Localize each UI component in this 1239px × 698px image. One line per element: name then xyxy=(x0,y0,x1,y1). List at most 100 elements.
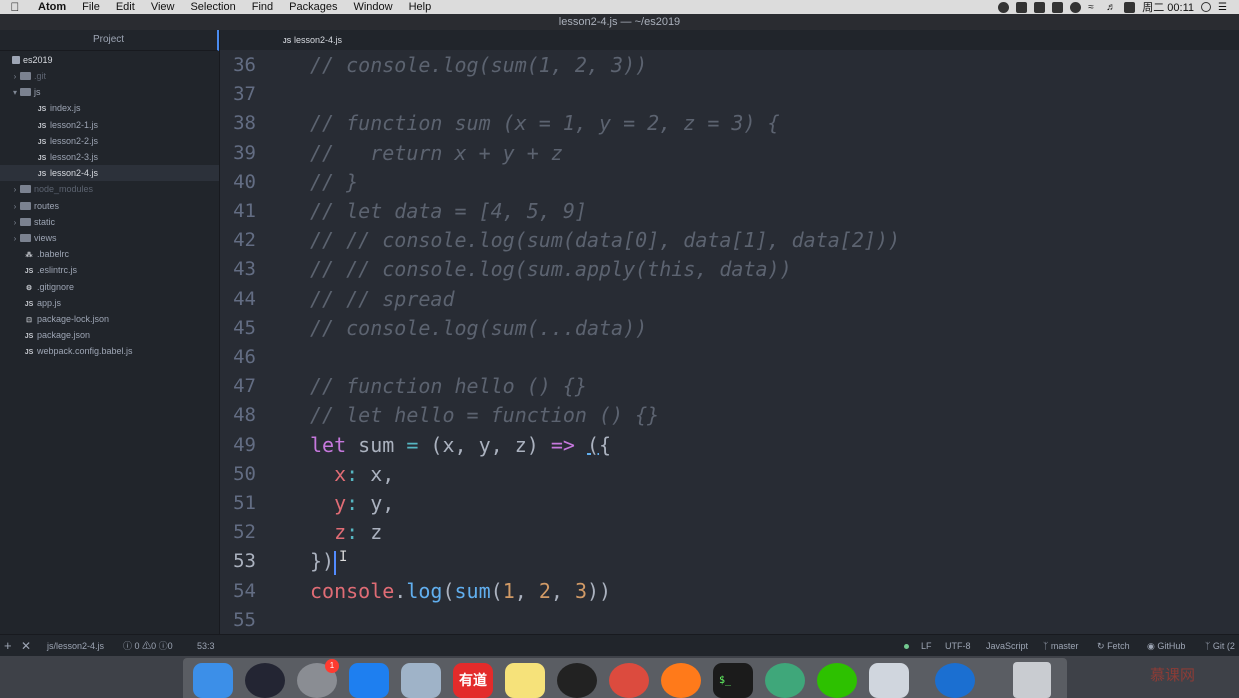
tree-item[interactable]: › node_modules xyxy=(0,181,219,197)
chevron-right-icon[interactable]: › xyxy=(10,182,20,198)
menu-file[interactable]: File xyxy=(74,1,108,13)
tree-item[interactable]: ⚙ .gitignore xyxy=(0,279,219,295)
line-number[interactable]: 40 xyxy=(220,168,256,197)
cursor-position[interactable]: 53:3 xyxy=(197,635,215,657)
github-button[interactable]: ◉ GitHub xyxy=(1147,635,1185,657)
tab-lesson2-4[interactable]: JS lesson2-4.js xyxy=(282,30,342,50)
firefox-icon[interactable] xyxy=(661,663,701,698)
close-icon[interactable]: ✕ xyxy=(21,635,31,657)
code-line[interactable]: 40 // } xyxy=(220,168,1239,197)
tray-app-icon[interactable] xyxy=(1016,1,1028,13)
wechat-icon[interactable] xyxy=(817,663,857,698)
mail-icon[interactable] xyxy=(401,663,441,698)
tree-item[interactable]: ⁂ .babelrc xyxy=(0,246,219,262)
code-line[interactable]: 45 // console.log(sum(...data)) xyxy=(220,314,1239,343)
tree-item[interactable]: ⊡ package-lock.json xyxy=(0,311,219,327)
line-ending[interactable]: LF xyxy=(921,635,932,657)
spotlight-icon[interactable] xyxy=(1201,2,1211,12)
menu-edit[interactable]: Edit xyxy=(108,1,143,13)
tree-item[interactable]: JS lesson2-4.js xyxy=(0,165,219,182)
code-line[interactable]: 50 x: x, xyxy=(220,460,1239,489)
code-line[interactable]: 43 // // console.log(sum.apply(this, data… xyxy=(220,255,1239,284)
add-icon[interactable]: + xyxy=(4,635,12,657)
code-line[interactable]: 41 // let data = [4, 5, 9] xyxy=(220,197,1239,226)
terminal-icon[interactable]: $_ xyxy=(713,663,753,698)
line-number[interactable]: 41 xyxy=(220,197,256,226)
chevron-right-icon[interactable]: › xyxy=(10,215,20,231)
line-number[interactable]: 38 xyxy=(220,109,256,138)
line-number[interactable]: 45 xyxy=(220,314,256,343)
tree-item[interactable]: › static xyxy=(0,214,219,230)
notification-center-icon[interactable]: ☰ xyxy=(1218,2,1229,13)
code-line[interactable]: 54 console.log(sum(1, 2, 3)) xyxy=(220,577,1239,606)
siri-icon[interactable] xyxy=(245,663,285,698)
line-number[interactable]: 55 xyxy=(220,606,256,634)
code-line[interactable]: 49 let sum = (x, y, z) => ({ xyxy=(220,431,1239,460)
code-line[interactable]: 46 xyxy=(220,343,1239,372)
code-line[interactable]: 44 // // spread xyxy=(220,285,1239,314)
line-number[interactable]: 42 xyxy=(220,226,256,255)
menu-help[interactable]: Help xyxy=(401,1,440,13)
chevron-right-icon[interactable]: › xyxy=(10,231,20,247)
git-branch[interactable]: ᛉ master xyxy=(1043,635,1078,657)
code-line[interactable]: 47 // function hello () {} xyxy=(220,372,1239,401)
tree-item[interactable]: › views xyxy=(0,230,219,246)
tools-icon[interactable] xyxy=(1052,1,1064,13)
line-number[interactable]: 46 xyxy=(220,343,256,372)
app-store-icon[interactable] xyxy=(349,663,389,698)
clock[interactable]: 周二 00:11 xyxy=(1142,0,1194,15)
chevron-down-icon[interactable]: ▾ xyxy=(10,85,20,101)
line-number[interactable]: 44 xyxy=(220,285,256,314)
code-editor[interactable]: 36 // console.log(sum(1, 2, 3)) 37 38 // fun… xyxy=(220,50,1239,634)
volume-icon[interactable]: ♬ xyxy=(1106,2,1117,13)
menu-packages[interactable]: Packages xyxy=(281,1,345,13)
tree-item[interactable]: ▾ js xyxy=(0,84,219,100)
line-number[interactable]: 50 xyxy=(220,460,256,489)
code-line[interactable]: 37 xyxy=(220,80,1239,109)
line-number[interactable]: 39 xyxy=(220,139,256,168)
menu-app-name[interactable]: Atom xyxy=(30,1,74,13)
code-line[interactable]: 42 // // console.log(sum(data[0], data[1]… xyxy=(220,226,1239,255)
atom-icon[interactable] xyxy=(765,663,805,698)
microphone-icon[interactable] xyxy=(1034,1,1046,13)
menu-window[interactable]: Window xyxy=(345,1,400,13)
tree-item[interactable]: JS package.json xyxy=(0,327,219,343)
chevron-right-icon[interactable]: › xyxy=(10,199,20,215)
line-number[interactable]: 54 xyxy=(220,577,256,606)
tree-item[interactable]: JS lesson2-3.js xyxy=(0,149,219,165)
project-panel-header[interactable]: Project xyxy=(0,30,219,51)
file-encoding[interactable]: UTF-8 xyxy=(945,635,971,657)
grammar-selector[interactable]: JavaScript xyxy=(986,635,1028,657)
system-preferences-icon[interactable]: 1 xyxy=(297,659,339,698)
status-file-path[interactable]: js/lesson2-4.js xyxy=(47,635,104,657)
code-line[interactable]: 52 z: z xyxy=(220,518,1239,547)
line-number[interactable]: 52 xyxy=(220,518,256,547)
finder-icon[interactable] xyxy=(193,663,233,698)
line-number[interactable]: 43 xyxy=(220,255,256,284)
browser-icon[interactable] xyxy=(935,663,975,698)
wifi-icon[interactable]: ≈ xyxy=(1088,2,1099,13)
tree-item[interactable]: JS lesson2-1.js xyxy=(0,117,219,133)
fetch-button[interactable]: ↻ Fetch xyxy=(1097,635,1130,657)
line-number[interactable]: 49 xyxy=(220,431,256,460)
code-line[interactable]: 48 // let hello = function () {} xyxy=(220,401,1239,430)
code-line[interactable]: 51 y: y, xyxy=(220,489,1239,518)
record-icon[interactable] xyxy=(998,1,1010,13)
tree-item[interactable]: JS app.js xyxy=(0,295,219,311)
menu-view[interactable]: View xyxy=(143,1,183,13)
sync-icon[interactable] xyxy=(1070,1,1082,13)
youdao-icon[interactable]: 有道 xyxy=(453,663,493,698)
code-line[interactable]: 39 // return x + y + z xyxy=(220,139,1239,168)
code-line[interactable]: 55 xyxy=(220,606,1239,634)
line-number[interactable]: 53 xyxy=(220,547,256,576)
apple-menu-icon[interactable]:  xyxy=(0,0,30,14)
notes-icon[interactable] xyxy=(505,663,545,698)
tree-item[interactable]: › routes xyxy=(0,198,219,214)
chrome-icon[interactable] xyxy=(609,663,649,698)
menu-find[interactable]: Find xyxy=(244,1,281,13)
git-panel-button[interactable]: ᛉ Git (2 xyxy=(1205,635,1235,657)
line-number[interactable]: 36 xyxy=(220,51,256,80)
project-root[interactable]: es2019 xyxy=(0,52,219,68)
trash-icon[interactable] xyxy=(1013,662,1051,698)
input-method-icon[interactable] xyxy=(1124,1,1136,13)
